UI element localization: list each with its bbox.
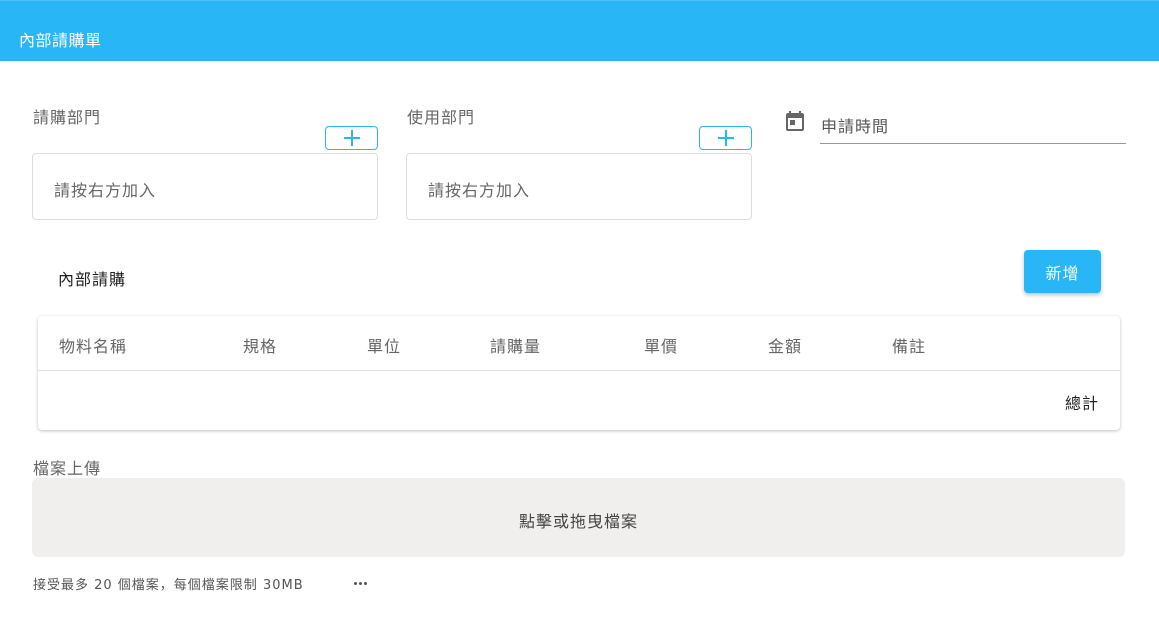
request-dept-placeholder: 請按右方加入 [54,181,157,200]
column-header-remark: 備註 [892,337,927,356]
total-label: 總計 [1064,394,1099,413]
column-header-unit: 單位 [367,337,402,356]
items-table: 物料名稱 規格 單位 請購量 單價 金額 備註 總計 [38,316,1120,430]
use-dept-placeholder: 請按右方加入 [428,181,531,200]
column-header-unit-price: 單價 [644,337,679,356]
use-dept-label: 使用部門 [407,108,476,127]
column-header-amount: 金額 [768,337,803,356]
add-use-dept-button[interactable] [699,126,752,150]
upload-hint: 接受最多 20 個檔案，每個檔案限制 30MB [33,578,304,593]
items-section-title: 內部請購 [58,270,127,289]
apply-time-input[interactable] [820,110,1126,144]
file-dropzone[interactable]: 點擊或拖曳檔案 [32,478,1125,557]
more-horizontal-icon[interactable] [352,574,370,590]
add-item-button[interactable]: 新增 [1024,250,1101,293]
add-request-dept-button[interactable] [325,126,378,150]
request-dept-field[interactable]: 請按右方加入 [32,153,378,220]
calendar-icon[interactable] [783,109,807,133]
table-header: 物料名稱 規格 單位 請購量 單價 金額 備註 [38,316,1120,371]
column-header-quantity: 請購量 [490,337,542,356]
dropzone-text: 點擊或拖曳檔案 [518,512,638,531]
column-header-spec: 規格 [243,337,278,356]
column-header-material: 物料名稱 [59,337,128,356]
upload-label: 檔案上傳 [33,459,102,478]
use-dept-field[interactable]: 請按右方加入 [406,153,752,220]
app-header: 內部請購單 [0,0,1159,61]
request-dept-label: 請購部門 [33,108,102,127]
page-title: 內部請購單 [19,31,102,50]
